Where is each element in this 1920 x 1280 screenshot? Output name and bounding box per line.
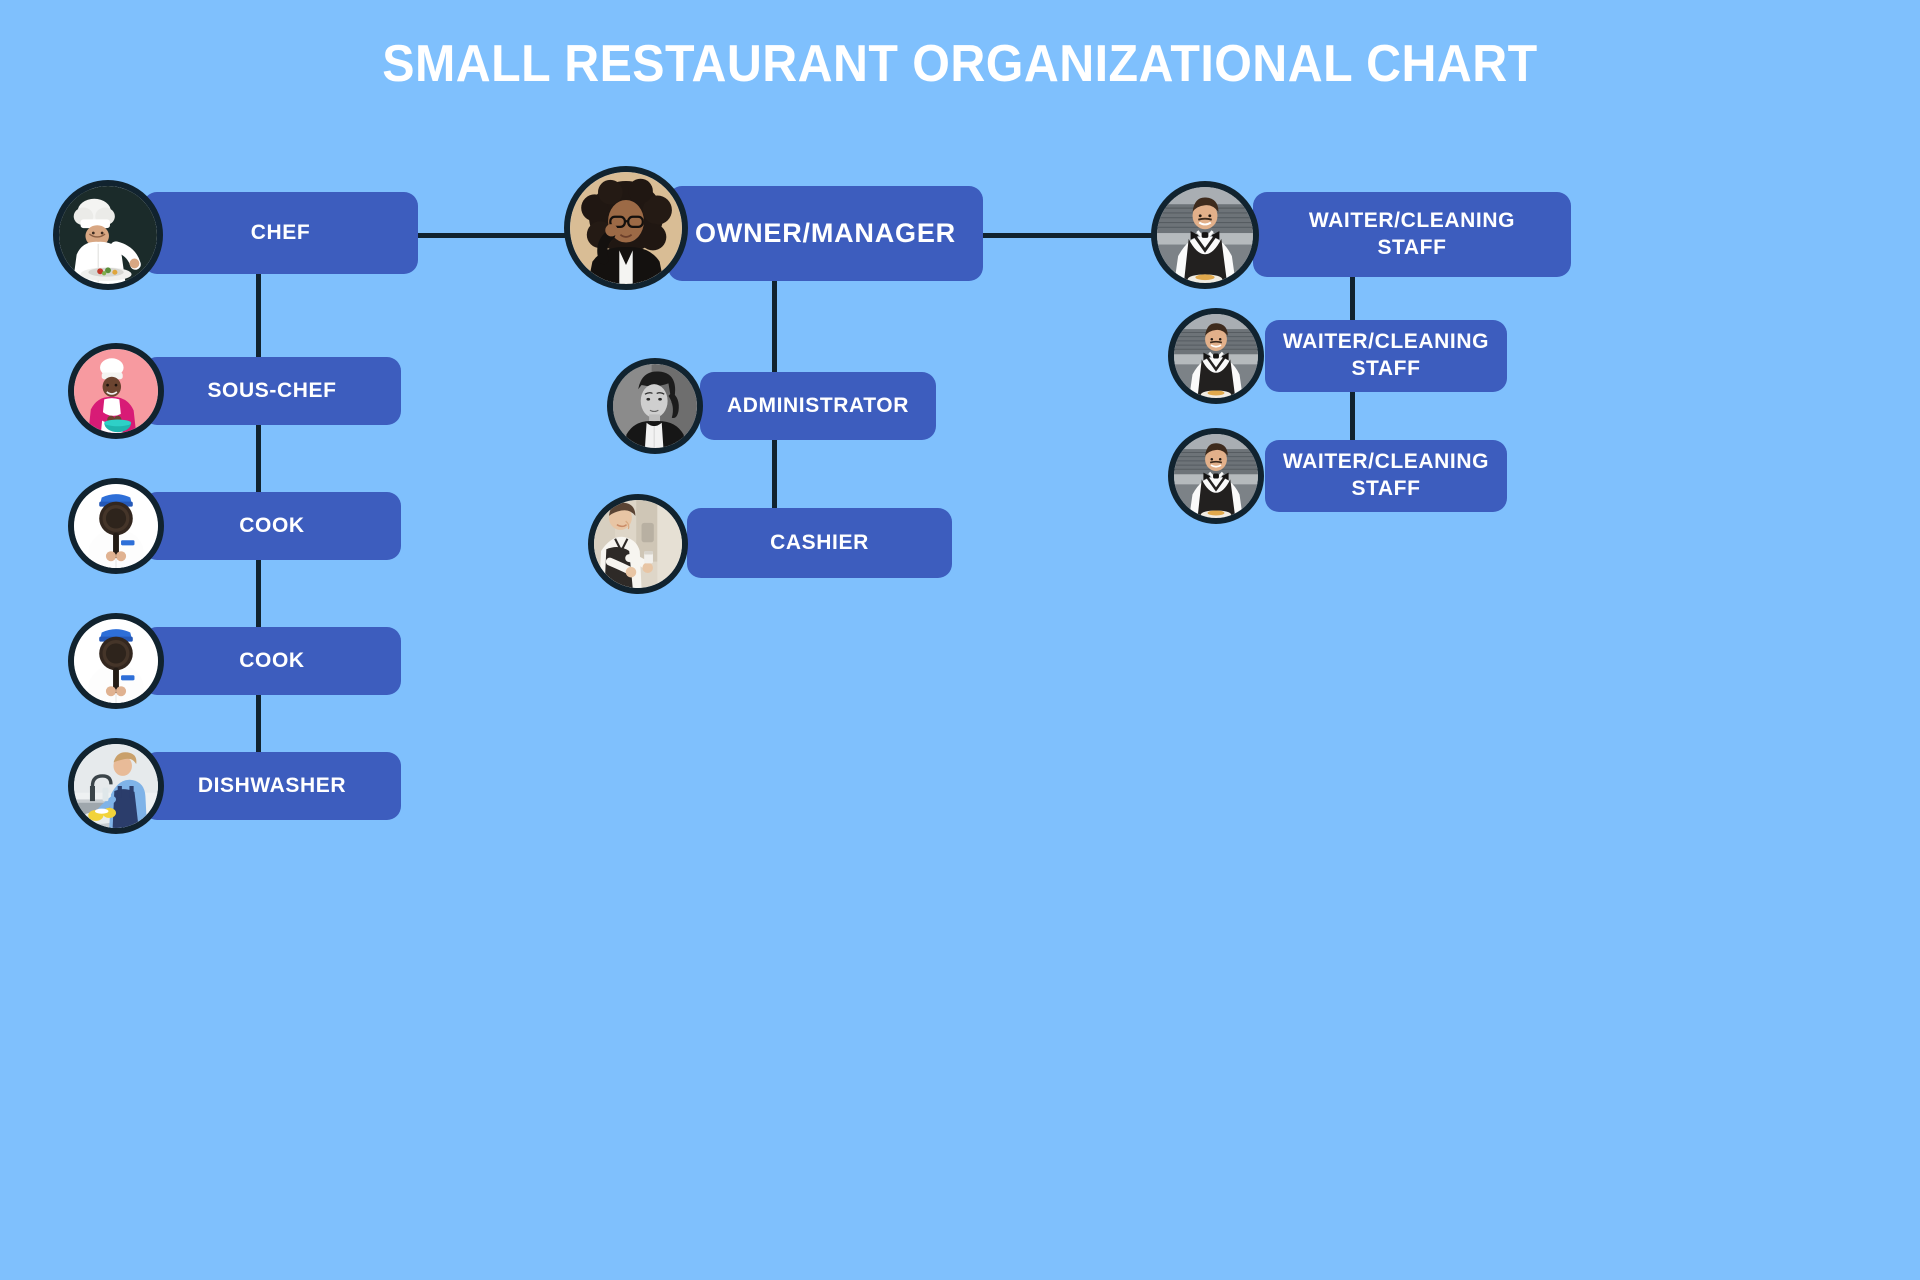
node-owner-manager-label: OWNER/MANAGER — [695, 218, 956, 249]
node-administrator[interactable]: ADMINISTRATOR — [700, 372, 936, 440]
node-administrator-label: ADMINISTRATOR — [726, 393, 909, 417]
connector-owner-to-waiter — [982, 233, 1157, 238]
node-cook-2-label: COOK — [239, 648, 305, 672]
node-owner-manager[interactable]: OWNER/MANAGER — [668, 186, 983, 281]
waiter-photo — [1151, 181, 1259, 289]
org-chart-canvas: SMALL RESTAURANT ORGANIZATIONAL CHART CH… — [0, 0, 1920, 1280]
node-sous-chef[interactable]: SOUS-CHEF — [143, 357, 401, 425]
node-cook-1[interactable]: COOK — [143, 492, 401, 560]
administrator-photo — [607, 358, 703, 454]
node-chef[interactable]: CHEF — [143, 192, 418, 274]
waiter-photo — [1168, 428, 1264, 524]
node-chef-label: CHEF — [250, 220, 311, 244]
connector-chef-to-owner — [417, 233, 577, 238]
node-waiter-1[interactable]: WAITER/CLEANING STAFF — [1253, 192, 1571, 277]
dishwasher-photo — [68, 738, 164, 834]
node-cashier[interactable]: CASHIER — [687, 508, 952, 578]
node-cook-2[interactable]: COOK — [143, 627, 401, 695]
cook-photo — [68, 613, 164, 709]
node-waiter-3[interactable]: WAITER/CLEANING STAFF — [1265, 440, 1507, 512]
waiter-photo — [1168, 308, 1264, 404]
node-cook-1-label: COOK — [239, 513, 305, 537]
node-waiter-1-label: WAITER/CLEANING STAFF — [1308, 208, 1516, 259]
node-cashier-label: CASHIER — [770, 530, 869, 554]
page-title: SMALL RESTAURANT ORGANIZATIONAL CHART — [382, 35, 1538, 93]
owner-manager-photo — [564, 166, 688, 290]
node-dishwasher[interactable]: DISHWASHER — [143, 752, 401, 820]
node-dishwasher-label: DISHWASHER — [197, 773, 347, 797]
cashier-photo — [588, 494, 688, 594]
chef-photo — [53, 180, 163, 290]
node-sous-chef-label: SOUS-CHEF — [207, 378, 337, 402]
node-waiter-3-label: WAITER/CLEANING STAFF — [1282, 450, 1490, 500]
node-waiter-2[interactable]: WAITER/CLEANING STAFF — [1265, 320, 1507, 392]
node-waiter-2-label: WAITER/CLEANING STAFF — [1282, 330, 1490, 380]
sous-chef-photo — [68, 343, 164, 439]
cook-photo — [68, 478, 164, 574]
